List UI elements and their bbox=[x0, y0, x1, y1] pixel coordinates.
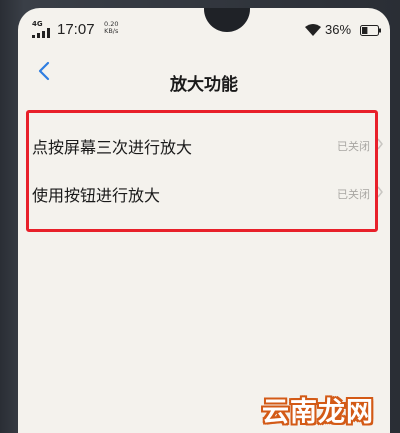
battery-icon bbox=[360, 25, 381, 36]
wifi-icon bbox=[305, 24, 321, 36]
chevron-right-icon bbox=[377, 138, 383, 150]
status-bar: 4G 17:07 0.20 KB/s 36% bbox=[18, 8, 390, 42]
setting-status: 已关闭 bbox=[337, 188, 370, 201]
setting-label: 使用按钮进行放大 bbox=[32, 186, 161, 205]
setting-button-magnify[interactable]: 使用按钮进行放大 已关闭 bbox=[18, 168, 390, 216]
signal-icon bbox=[32, 28, 50, 38]
setting-triple-tap-magnify[interactable]: 点按屏幕三次进行放大 已关闭 bbox=[18, 120, 390, 168]
settings-list: 点按屏幕三次进行放大 已关闭 使用按钮进行放大 已关闭 bbox=[18, 120, 390, 216]
network-type: 4G bbox=[32, 20, 43, 28]
setting-label: 点按屏幕三次进行放大 bbox=[32, 138, 193, 157]
chevron-right-icon bbox=[377, 186, 383, 198]
camera-notch bbox=[204, 8, 250, 32]
watermark-logo: 云南龙网 bbox=[262, 397, 374, 428]
navigation-bar: 放大功能 bbox=[18, 48, 390, 100]
network-speed: 0.20 KB/s bbox=[104, 21, 118, 35]
speed-unit: KB/s bbox=[104, 27, 119, 35]
phone-screen: 4G 17:07 0.20 KB/s 36% 放大功能 点按屏幕三次进行放大 已… bbox=[18, 8, 390, 433]
battery-percent: 36% bbox=[325, 22, 352, 37]
status-time: 17:07 bbox=[57, 21, 95, 38]
page-title: 放大功能 bbox=[170, 75, 238, 95]
setting-status: 已关闭 bbox=[337, 140, 370, 153]
phone-frame: 4G 17:07 0.20 KB/s 36% 放大功能 点按屏幕三次进行放大 已… bbox=[0, 0, 400, 433]
